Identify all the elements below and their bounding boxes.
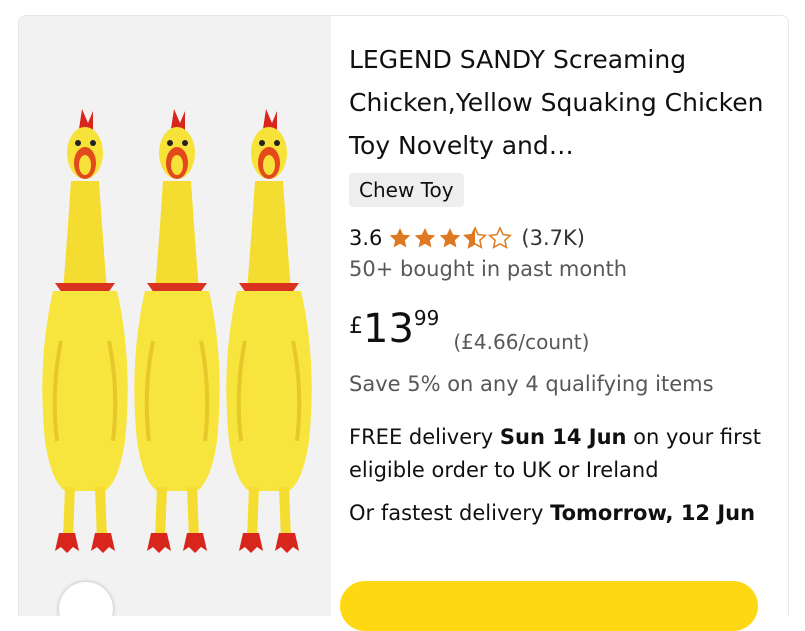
delivery-date: Sun 14 Jun [499, 425, 627, 449]
rating-count[interactable]: (3.7K) [521, 226, 585, 250]
star-full-icon [440, 228, 461, 248]
star-rating [388, 226, 513, 250]
price-currency: £ [349, 314, 363, 339]
add-to-basket-button[interactable] [340, 581, 758, 631]
fastest-delivery-date: Tomorrow, 12 Jun [550, 501, 756, 525]
rating-row[interactable]: 3.6 (3.7K) [349, 221, 585, 255]
product-image[interactable] [19, 16, 331, 616]
category-badge: Chew Toy [349, 173, 464, 207]
star-empty-icon [488, 226, 513, 249]
delivery-prefix: FREE delivery [349, 425, 500, 449]
screaming-chickens-image [40, 107, 314, 555]
price-fraction: 99 [413, 306, 440, 330]
rating-value: 3.6 [349, 226, 383, 250]
fastest-delivery-prefix: Or fastest delivery [349, 501, 551, 525]
unit-price: (£4.66/count) [453, 330, 590, 354]
promo-text: Save 5% on any 4 qualifying items [349, 372, 714, 396]
star-full-icon [415, 228, 436, 248]
price-whole: 13 [363, 306, 414, 352]
fastest-delivery-info: Or fastest delivery Tomorrow, 12 Jun [349, 497, 769, 530]
delivery-info: FREE delivery Sun 14 Jun on your first e… [349, 421, 769, 487]
star-full-icon [390, 228, 411, 248]
price: £ 13 99 (£4.66/count) [349, 300, 589, 360]
bought-count: 50+ bought in past month [349, 257, 628, 281]
star-half-icon [463, 226, 488, 249]
product-card[interactable]: LEGEND SANDY Screaming Chicken,Yellow Sq… [18, 15, 789, 616]
product-title[interactable]: LEGEND SANDY Screaming Chicken,Yellow Sq… [349, 38, 769, 167]
